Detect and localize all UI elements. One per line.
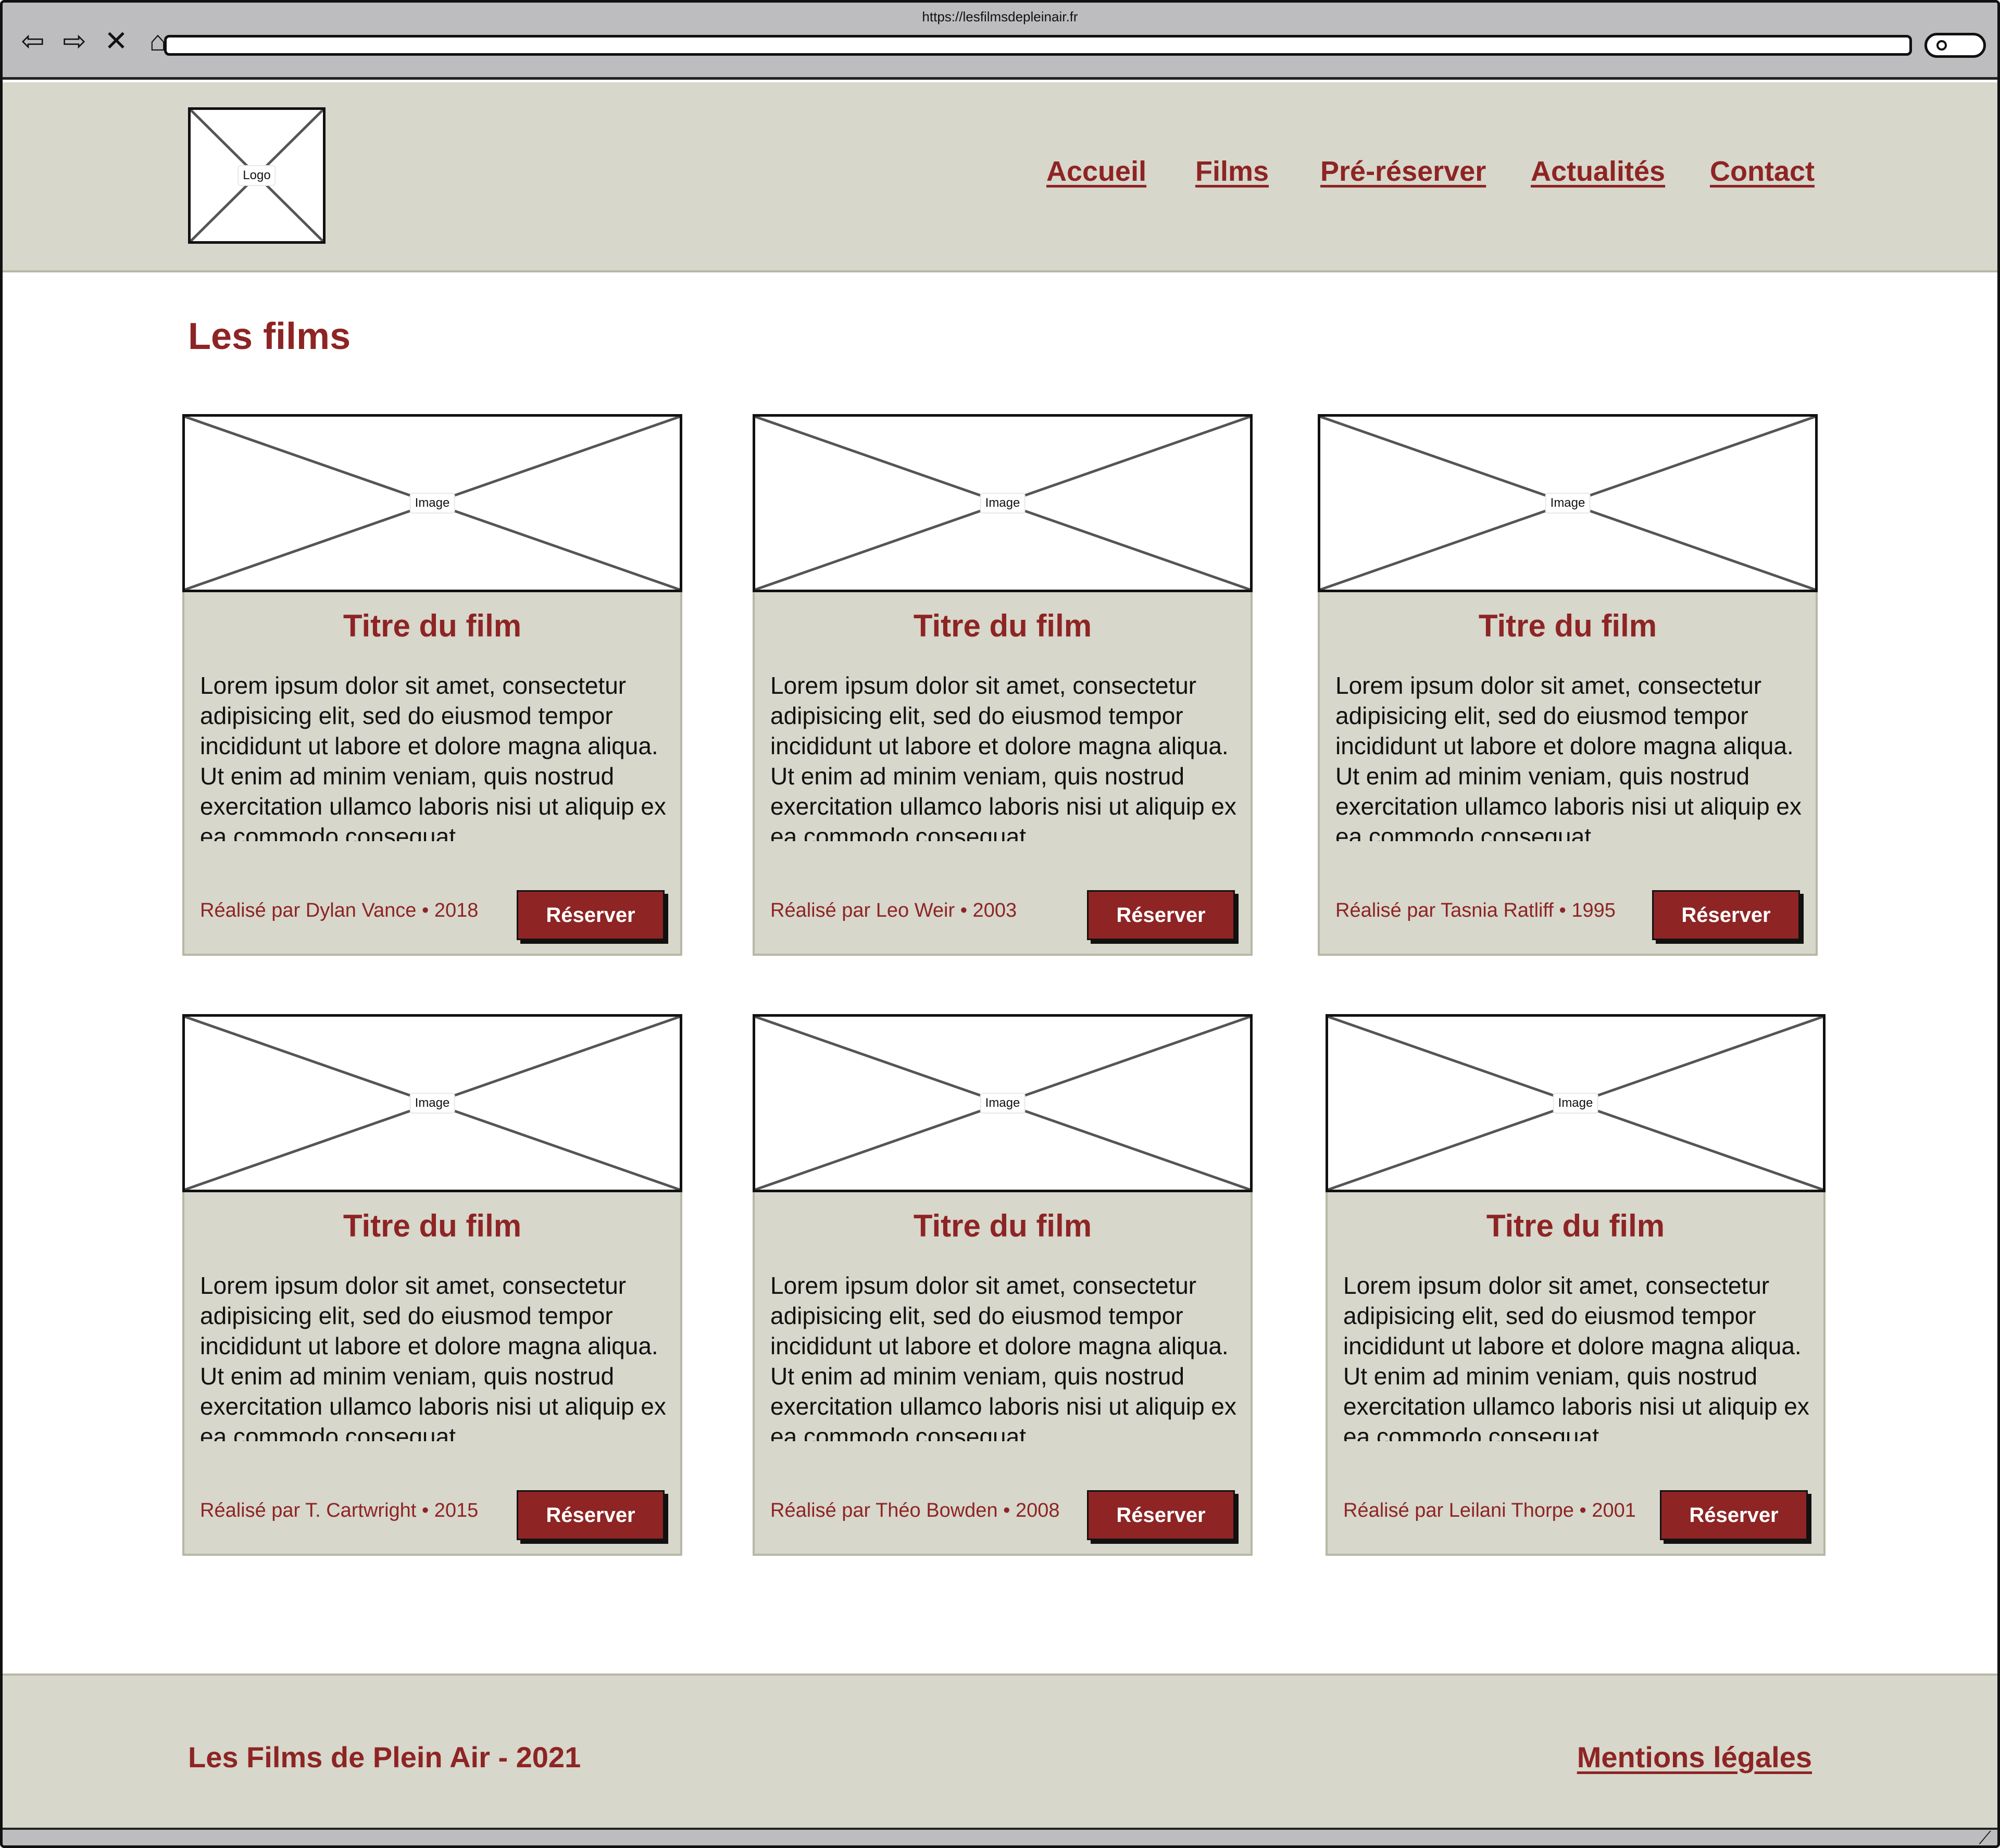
film-director-year: Réalisé par Théo Bowden • 2008 bbox=[770, 1500, 1060, 1521]
film-description: Lorem ipsum dolor sit amet, consectetur … bbox=[200, 1272, 666, 1441]
reserve-button[interactable]: Réserver bbox=[1652, 890, 1800, 940]
film-card-body: Titre du film Lorem ipsum dolor sit amet,… bbox=[182, 592, 682, 956]
forward-arrow-icon[interactable]: ⇨ bbox=[60, 27, 89, 56]
film-director-year: Réalisé par T. Cartwright • 2015 bbox=[200, 1500, 479, 1521]
image-label: Image bbox=[1553, 1093, 1598, 1114]
browser-nav-buttons: ⇦ ⇨ ✕ ⌂ bbox=[18, 26, 172, 57]
search-icon bbox=[1936, 40, 1947, 51]
image-label: Image bbox=[409, 493, 455, 514]
nav-link-actualites[interactable]: Actualités bbox=[1531, 155, 1665, 188]
close-x-icon[interactable]: ✕ bbox=[102, 27, 131, 56]
reserve-button[interactable]: Réserver bbox=[1087, 890, 1235, 940]
film-card: Image Titre du film Lorem ipsum dolor sit … bbox=[753, 1014, 1253, 1556]
browser-statusbar: ⟋ bbox=[3, 1828, 1997, 1845]
film-card: Image Titre du film Lorem ipsum dolor sit … bbox=[182, 1014, 682, 1556]
film-title: Titre du film bbox=[343, 1208, 522, 1243]
nav-link-pre-reserver[interactable]: Pré-réserver bbox=[1320, 155, 1486, 188]
film-director-year: Réalisé par Leilani Thorpe • 2001 bbox=[1343, 1500, 1636, 1521]
footer-copyright: Les Films de Plein Air - 2021 bbox=[188, 1741, 581, 1774]
image-label: Image bbox=[409, 1093, 455, 1114]
film-image-placeholder[interactable]: Image bbox=[753, 1014, 1253, 1192]
film-description: Lorem ipsum dolor sit amet, consectetur … bbox=[1343, 1272, 1809, 1441]
browser-search-box[interactable] bbox=[1924, 33, 1986, 58]
nav-link-films[interactable]: Films bbox=[1195, 155, 1269, 188]
page-title: Les films bbox=[188, 316, 351, 357]
film-title: Titre du film bbox=[343, 608, 522, 643]
film-card: Image Titre du film Lorem ipsum dolor sit … bbox=[753, 414, 1253, 956]
browser-window: https://lesfilmsdepleinair.fr ⇦ ⇨ ✕ ⌂ Lo… bbox=[0, 0, 2000, 1848]
film-description: Lorem ipsum dolor sit amet, consectetur … bbox=[770, 1272, 1236, 1441]
film-image-placeholder[interactable]: Image bbox=[182, 1014, 682, 1192]
image-label: Image bbox=[1545, 493, 1591, 514]
film-description: Lorem ipsum dolor sit amet, consectetur … bbox=[1335, 672, 1802, 841]
resize-handle-icon[interactable]: ⟋ bbox=[1979, 1828, 1991, 1845]
site-header: Logo Accueil Films Pré-réserver Actualit… bbox=[3, 82, 1997, 272]
film-card-body: Titre du film Lorem ipsum dolor sit amet,… bbox=[1326, 1192, 1826, 1556]
film-image-placeholder[interactable]: Image bbox=[753, 414, 1253, 592]
address-bar[interactable] bbox=[164, 35, 1912, 56]
film-title: Titre du film bbox=[1486, 1208, 1665, 1243]
nav-link-accueil[interactable]: Accueil bbox=[1046, 155, 1146, 188]
film-director-year: Réalisé par Tasnia Ratliff • 1995 bbox=[1335, 900, 1616, 921]
reserve-button[interactable]: Réserver bbox=[1087, 1490, 1235, 1540]
film-card-body: Titre du film Lorem ipsum dolor sit amet,… bbox=[753, 1192, 1253, 1556]
film-card-body: Titre du film Lorem ipsum dolor sit amet,… bbox=[1318, 592, 1818, 956]
main-navigation: Accueil Films Pré-réserver Actualités Co… bbox=[3, 155, 1997, 197]
film-title: Titre du film bbox=[1478, 608, 1657, 643]
film-card: Image Titre du film Lorem ipsum dolor sit … bbox=[1326, 1014, 1826, 1556]
site-footer: Les Films de Plein Air - 2021 Mentions l… bbox=[3, 1674, 1997, 1828]
back-arrow-icon[interactable]: ⇦ bbox=[18, 27, 47, 56]
film-title: Titre du film bbox=[913, 1208, 1092, 1243]
reserve-button[interactable]: Réserver bbox=[517, 890, 665, 940]
image-label: Image bbox=[980, 493, 1026, 514]
image-label: Image bbox=[980, 1093, 1026, 1114]
film-description: Lorem ipsum dolor sit amet, consectetur … bbox=[200, 672, 666, 841]
film-image-placeholder[interactable]: Image bbox=[1318, 414, 1818, 592]
film-card: Image Titre du film Lorem ipsum dolor sit … bbox=[1318, 414, 1818, 956]
nav-link-contact[interactable]: Contact bbox=[1710, 155, 1815, 188]
reserve-button[interactable]: Réserver bbox=[517, 1490, 665, 1540]
film-card-body: Titre du film Lorem ipsum dolor sit amet,… bbox=[182, 1192, 682, 1556]
film-description: Lorem ipsum dolor sit amet, consectetur … bbox=[770, 672, 1236, 841]
film-image-placeholder[interactable]: Image bbox=[1326, 1014, 1826, 1192]
film-card-body: Titre du film Lorem ipsum dolor sit amet,… bbox=[753, 592, 1253, 956]
url-display: https://lesfilmsdepleinair.fr bbox=[922, 9, 1078, 24]
reserve-button[interactable]: Réserver bbox=[1660, 1490, 1808, 1540]
film-director-year: Réalisé par Leo Weir • 2003 bbox=[770, 900, 1017, 921]
film-card: Image Titre du film Lorem ipsum dolor sit … bbox=[182, 414, 682, 956]
browser-toolbar: https://lesfilmsdepleinair.fr ⇦ ⇨ ✕ ⌂ bbox=[3, 3, 1997, 80]
film-image-placeholder[interactable]: Image bbox=[182, 414, 682, 592]
legal-notice-link[interactable]: Mentions légales bbox=[1577, 1740, 1812, 1774]
film-title: Titre du film bbox=[913, 608, 1092, 643]
film-director-year: Réalisé par Dylan Vance • 2018 bbox=[200, 900, 479, 921]
